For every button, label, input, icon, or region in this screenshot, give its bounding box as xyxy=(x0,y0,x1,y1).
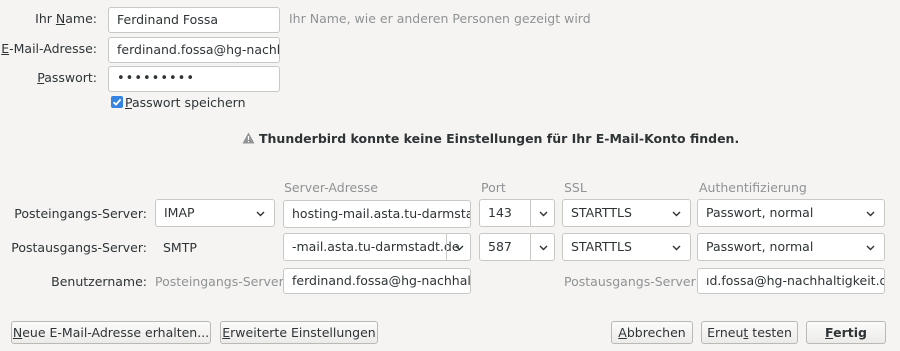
chevron-down-icon xyxy=(672,211,681,217)
chevron-down-icon xyxy=(256,211,265,217)
incoming-port-combo[interactable]: 143 xyxy=(479,199,555,227)
header-ssl: SSL xyxy=(564,180,587,195)
username-outgoing-field[interactable]: ıd.fossa@hg-nachhaltigkeit.de xyxy=(697,268,885,294)
warning-message: Thunderbird konnte keine Einstellungen f… xyxy=(242,131,739,146)
warning-icon xyxy=(242,132,255,144)
chevron-down-icon xyxy=(539,211,548,217)
chevron-down-icon xyxy=(672,245,681,251)
outgoing-server-combo[interactable]: -mail.asta.tu-darmstadt.de xyxy=(283,233,471,261)
header-authentication: Authentifizierung xyxy=(699,180,807,195)
header-server-address: Server-Adresse xyxy=(284,180,378,195)
chevron-down-icon xyxy=(866,245,875,251)
chevron-down-icon xyxy=(539,245,548,251)
advanced-settings-button[interactable]: Erweiterte Einstellungen xyxy=(220,321,378,344)
email-label: E-Mail-Adresse: xyxy=(1,41,97,56)
cancel-button[interactable]: Abbrechen xyxy=(611,321,693,344)
incoming-server-field[interactable]: hosting-mail.asta.tu-darmstadt xyxy=(283,200,471,228)
outgoing-server-label: Postausgangs-Server: xyxy=(11,240,147,255)
outgoing-auth-select[interactable]: Passwort, normal xyxy=(697,233,885,261)
email-field[interactable]: ferdinand.fossa@hg-nachha xyxy=(108,37,280,63)
outgoing-server-dropdown[interactable] xyxy=(446,234,471,260)
name-hint: Ihr Name, wie er anderen Personen gezeig… xyxy=(289,11,591,26)
name-label: Ihr Name: xyxy=(35,11,97,26)
header-port: Port xyxy=(481,180,506,195)
incoming-protocol-select[interactable]: IMAP xyxy=(155,199,275,227)
username-incoming-label: Posteingangs-Server: xyxy=(155,274,288,289)
incoming-ssl-select[interactable]: STARTTLS xyxy=(562,199,691,227)
password-label: Passwort: xyxy=(37,70,97,85)
outgoing-ssl-select[interactable]: STARTTLS xyxy=(562,233,691,261)
incoming-server-label: Posteingangs-Server: xyxy=(14,206,147,221)
outgoing-port-dropdown[interactable] xyxy=(530,234,555,260)
incoming-auth-select[interactable]: Passwort, normal xyxy=(697,199,885,227)
username-incoming-field[interactable]: ferdinand.fossa@hg-nachhaltig xyxy=(283,268,471,294)
outgoing-port-combo[interactable]: 587 xyxy=(479,233,555,261)
outgoing-protocol-label: SMTP xyxy=(163,240,197,255)
username-label: Benutzername: xyxy=(51,274,147,289)
remember-password-checkbox[interactable] xyxy=(111,96,123,108)
chevron-down-icon xyxy=(866,211,875,217)
name-field[interactable]: Ferdinand Fossa xyxy=(108,7,280,33)
remember-password-label[interactable]: Passwort speichern xyxy=(125,95,246,110)
incoming-port-dropdown[interactable] xyxy=(530,200,555,226)
username-outgoing-label: Postausgangs-Server: xyxy=(564,274,700,289)
done-button[interactable]: Fertig xyxy=(806,321,886,344)
retest-button[interactable]: Erneut testen xyxy=(701,321,798,344)
new-email-address-button[interactable]: Neue E-Mail-Adresse erhalten... xyxy=(11,321,211,344)
checkmark-icon xyxy=(112,98,122,106)
chevron-down-icon xyxy=(455,245,464,251)
password-field[interactable]: ••••••••• xyxy=(108,66,280,92)
